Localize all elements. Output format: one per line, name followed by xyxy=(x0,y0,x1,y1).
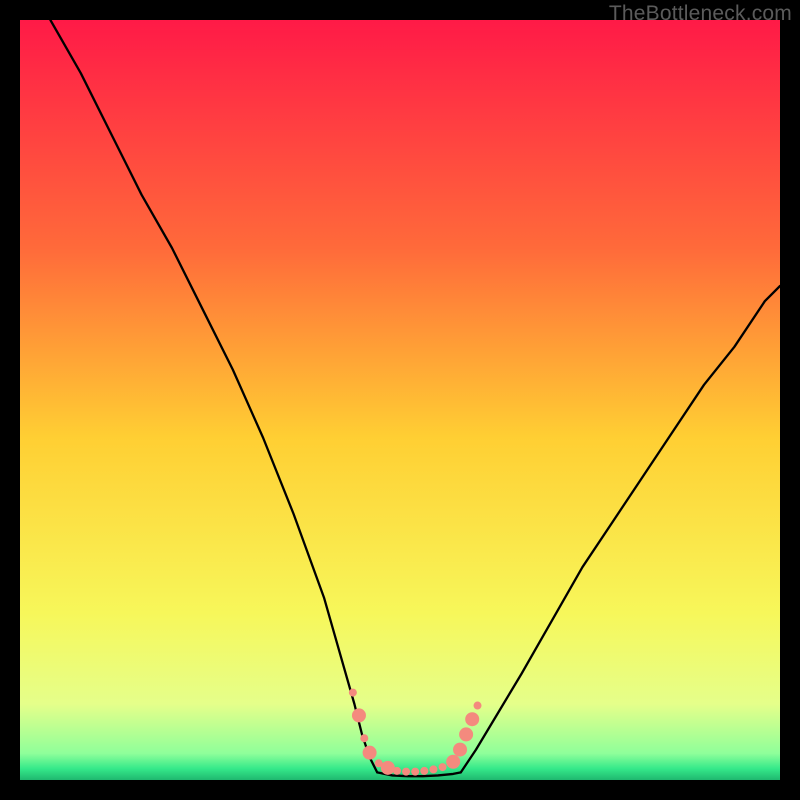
valley-marker xyxy=(429,765,437,773)
valley-marker xyxy=(453,743,467,757)
valley-marker xyxy=(349,689,357,697)
chart-svg xyxy=(20,20,780,780)
valley-marker xyxy=(363,746,377,760)
valley-marker xyxy=(459,727,473,741)
valley-marker xyxy=(402,768,410,776)
chart-frame: TheBottleneck.com xyxy=(0,0,800,800)
valley-marker xyxy=(381,761,395,775)
valley-marker xyxy=(420,767,428,775)
valley-marker xyxy=(360,734,368,742)
valley-marker xyxy=(411,768,419,776)
valley-marker xyxy=(439,763,447,771)
valley-marker xyxy=(465,712,479,726)
valley-marker xyxy=(446,755,460,769)
valley-marker xyxy=(474,702,482,710)
plot-background xyxy=(20,20,780,780)
valley-marker xyxy=(352,708,366,722)
valley-marker xyxy=(393,767,401,775)
